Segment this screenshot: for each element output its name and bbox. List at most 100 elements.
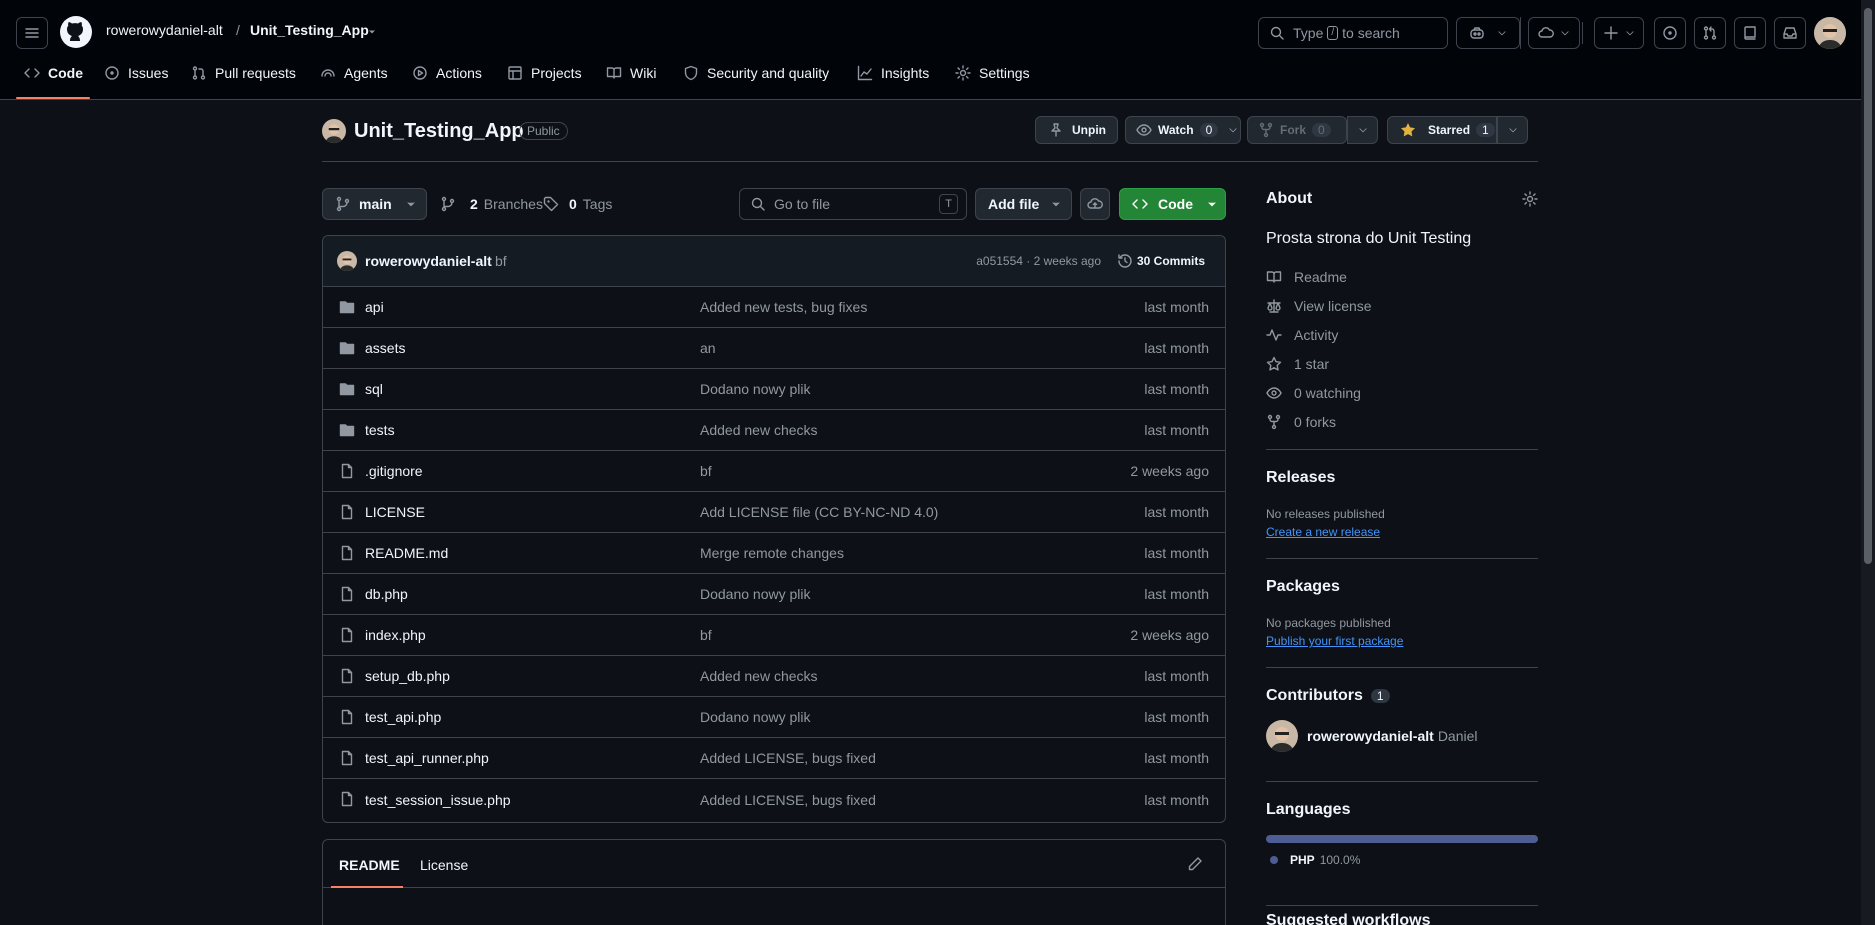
create-release-link[interactable]: Create a new release: [1266, 525, 1538, 539]
license-link[interactable]: View license: [1266, 291, 1538, 320]
inbox-button[interactable]: [1774, 17, 1806, 49]
file-commit-message[interactable]: Add LICENSE file (CC BY-NC-ND 4.0): [700, 504, 938, 520]
file-name[interactable]: setup_db.php: [365, 668, 450, 684]
user-avatar[interactable]: [1814, 17, 1846, 49]
copilot-button[interactable]: [1456, 17, 1520, 49]
file-commit-message[interactable]: Added new tests, bug fixes: [700, 299, 867, 315]
breadcrumb-owner[interactable]: rowerowydaniel-alt: [106, 22, 223, 38]
file-row[interactable]: tests Added new checks last month: [323, 410, 1225, 451]
stars-link[interactable]: 1 star: [1266, 349, 1538, 378]
file-name[interactable]: assets: [365, 340, 405, 356]
github-logo[interactable]: [60, 16, 92, 48]
pencil-icon[interactable]: [1187, 856, 1203, 872]
watchers-link[interactable]: 0 watching: [1266, 378, 1538, 407]
commit-author[interactable]: rowerowydaniel-alt: [365, 253, 492, 269]
file-name[interactable]: .gitignore: [365, 463, 423, 479]
file-name[interactable]: test_api.php: [365, 709, 441, 725]
fork-button[interactable]: Fork 0: [1247, 116, 1347, 144]
readme-link[interactable]: Readme: [1266, 262, 1538, 291]
file-name[interactable]: test_api_runner.php: [365, 750, 489, 766]
file-name[interactable]: api: [365, 299, 384, 315]
file-commit-message[interactable]: bf: [700, 627, 712, 643]
search-input[interactable]: Type / to search: [1258, 17, 1448, 49]
tab-projects[interactable]: Projects: [507, 65, 582, 81]
create-new-button[interactable]: [1594, 17, 1644, 49]
file-commit-message[interactable]: Dodano nowy plik: [700, 381, 811, 397]
star-list-dropdown-button[interactable]: [1497, 116, 1528, 144]
commit-author-avatar[interactable]: [337, 251, 357, 271]
codespaces-button[interactable]: [1528, 17, 1580, 49]
file-name[interactable]: db.php: [365, 586, 408, 602]
file-row[interactable]: README.md Merge remote changes last month: [323, 533, 1225, 574]
publish-package-link[interactable]: Publish your first package: [1266, 634, 1538, 648]
tab-insights[interactable]: Insights: [857, 65, 929, 81]
commits-link[interactable]: 30 Commits: [1117, 253, 1205, 269]
file-row[interactable]: LICENSE Add LICENSE file (CC BY-NC-ND 4.0…: [323, 492, 1225, 533]
file-commit-message[interactable]: Added LICENSE, bugs fixed: [700, 792, 876, 808]
tab-readme[interactable]: README: [339, 857, 400, 873]
packages-heading[interactable]: Packages: [1266, 578, 1538, 596]
file-row[interactable]: test_api.php Dodano nowy plik last month: [323, 697, 1225, 738]
repositories-button[interactable]: [1734, 17, 1766, 49]
file-name[interactable]: index.php: [365, 627, 426, 643]
contributor-item[interactable]: rowerowydaniel-alt Daniel: [1266, 720, 1538, 752]
file-row[interactable]: sql Dodano nowy plik last month: [323, 369, 1225, 410]
forks-link[interactable]: 0 forks: [1266, 407, 1538, 436]
releases-heading[interactable]: Releases: [1266, 469, 1538, 487]
add-file-button[interactable]: Add file: [975, 188, 1072, 220]
unpin-button[interactable]: Unpin: [1035, 116, 1118, 144]
tab-actions[interactable]: Actions: [412, 65, 482, 81]
file-commit-message[interactable]: Added new checks: [700, 422, 818, 438]
file-name[interactable]: test_session_issue.php: [365, 792, 511, 808]
branch-select[interactable]: main: [322, 188, 427, 220]
file-commit-message[interactable]: Added new checks: [700, 668, 818, 684]
file-row[interactable]: db.php Dodano nowy plik last month: [323, 574, 1225, 615]
file-row[interactable]: assets an last month: [323, 328, 1225, 369]
repo-owner-avatar[interactable]: [322, 119, 346, 143]
file-commit-message[interactable]: Added LICENSE, bugs fixed: [700, 750, 876, 766]
gear-icon[interactable]: [1522, 191, 1538, 207]
code-dropdown-button[interactable]: Code: [1119, 188, 1226, 220]
tab-issues[interactable]: Issues: [104, 65, 168, 81]
menu-button[interactable]: [16, 17, 48, 49]
branches-link[interactable]: 2 Branches: [440, 196, 543, 212]
tab-wiki[interactable]: Wiki: [606, 65, 656, 81]
contributor-login[interactable]: rowerowydaniel-alt: [1307, 728, 1434, 744]
fork-dropdown-button[interactable]: [1347, 116, 1378, 144]
file-row[interactable]: test_session_issue.php Added LICENSE, bug…: [323, 779, 1225, 820]
file-name[interactable]: README.md: [365, 545, 448, 561]
file-row[interactable]: .gitignore bf 2 weeks ago: [323, 451, 1225, 492]
issues-button[interactable]: [1654, 17, 1686, 49]
page-scrollbar[interactable]: [1861, 0, 1875, 925]
tags-link[interactable]: 0 Tags: [543, 196, 612, 212]
file-commit-message[interactable]: Dodano nowy plik: [700, 586, 811, 602]
file-commit-message[interactable]: bf: [700, 463, 712, 479]
activity-link[interactable]: Activity: [1266, 320, 1538, 349]
repo-title[interactable]: Unit_Testing_App: [354, 120, 524, 143]
tab-settings[interactable]: Settings: [955, 65, 1030, 81]
file-row[interactable]: test_api_runner.php Added LICENSE, bugs f…: [323, 738, 1225, 779]
file-name[interactable]: tests: [365, 422, 395, 438]
file-name[interactable]: sql: [365, 381, 383, 397]
scrollbar-thumb[interactable]: [1864, 8, 1872, 564]
breadcrumb-repo[interactable]: Unit_Testing_App: [250, 22, 369, 38]
tab-license[interactable]: License: [420, 857, 468, 873]
repo-switch-caret-icon[interactable]: [366, 26, 378, 38]
file-commit-message[interactable]: Dodano nowy plik: [700, 709, 811, 725]
tab-agents[interactable]: Agents: [320, 65, 388, 81]
language-item[interactable]: PHP 100.0%: [1266, 853, 1538, 867]
tab-pull-requests[interactable]: Pull requests: [191, 65, 296, 81]
tab-security[interactable]: Security and quality: [683, 65, 829, 81]
commit-hash-time[interactable]: a051554 · 2 weeks ago: [976, 254, 1101, 268]
file-row[interactable]: api Added new tests, bug fixes last month: [323, 287, 1225, 328]
file-row[interactable]: index.php bf 2 weeks ago: [323, 615, 1225, 656]
tab-code[interactable]: Code: [24, 65, 83, 81]
file-commit-message[interactable]: Merge remote changes: [700, 545, 844, 561]
pull-requests-button[interactable]: [1694, 17, 1726, 49]
codespace-upload-button[interactable]: [1080, 188, 1110, 220]
file-name[interactable]: LICENSE: [365, 504, 425, 520]
go-to-file-input[interactable]: Go to file T: [739, 188, 967, 220]
watch-button[interactable]: Watch 0: [1125, 116, 1241, 144]
file-row[interactable]: setup_db.php Added new checks last month: [323, 656, 1225, 697]
commit-message[interactable]: bf: [495, 253, 507, 269]
